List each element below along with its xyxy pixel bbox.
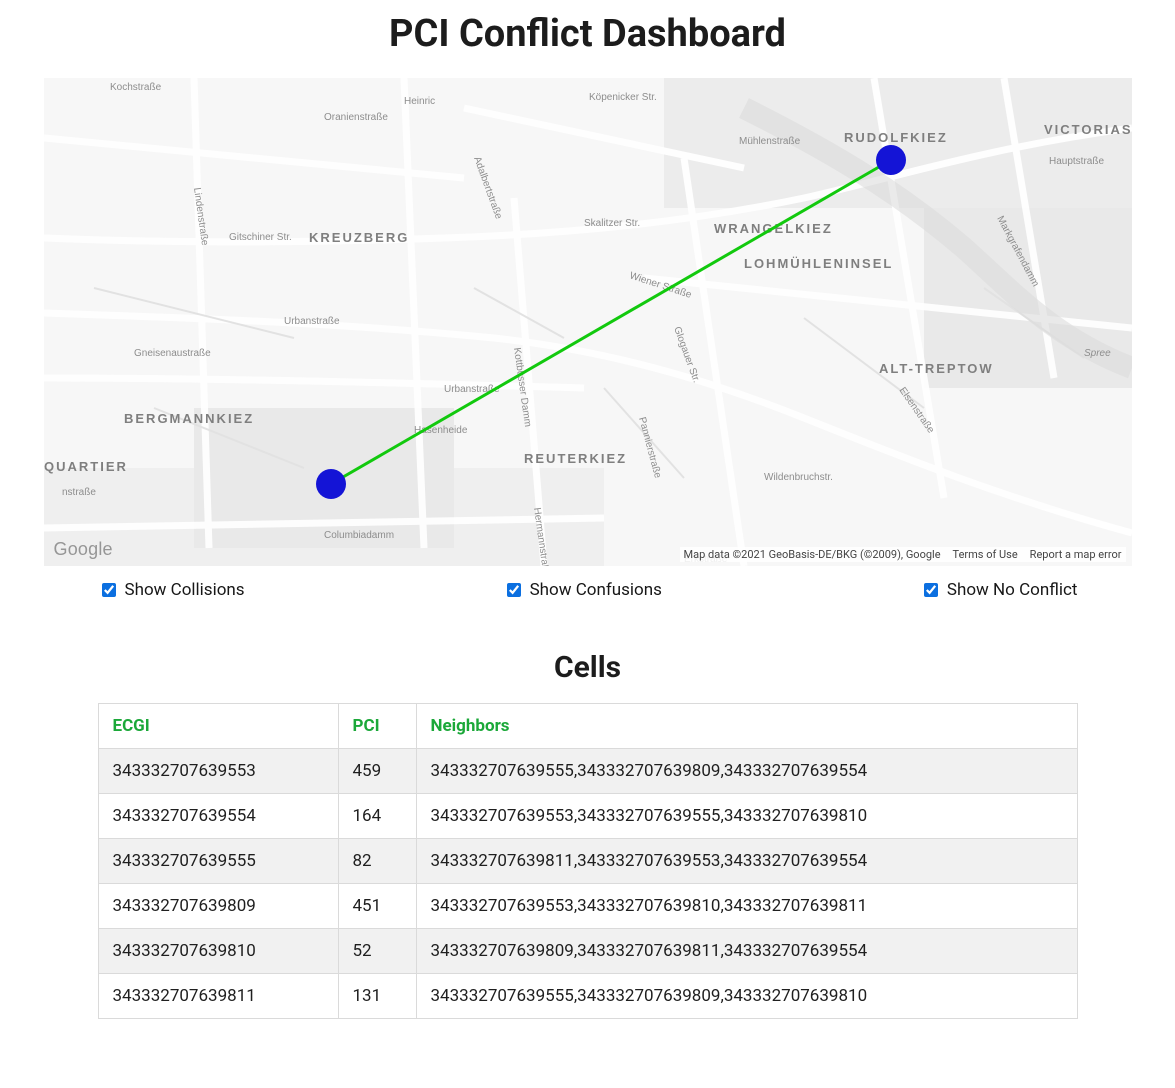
district-quartier: QUARTIER <box>44 459 128 474</box>
street-muhlenstrasse: Mühlenstraße <box>739 136 801 147</box>
map-svg: RUDOLFKIEZ VICTORIASTA WRANGELKIEZ LOHMÜ… <box>44 78 1132 566</box>
street-gitschiner: Gitschiner Str. <box>229 232 292 243</box>
map-report-link[interactable]: Report a map error <box>1030 548 1122 561</box>
page-title: PCI Conflict Dashboard <box>20 12 1155 56</box>
street-kopenicker: Köpenicker Str. <box>589 92 657 103</box>
table-row[interactable]: 34333270763981052343332707639809,3433327… <box>98 929 1077 974</box>
google-logo: Google <box>54 539 113 560</box>
cell-pci: 451 <box>338 884 416 929</box>
cells-section-title: Cells <box>20 650 1155 685</box>
show-noconflict-control[interactable]: Show No Conflict <box>920 580 1078 600</box>
table-row[interactable]: 343332707639554164343332707639553,343332… <box>98 794 1077 839</box>
street-skalitzer: Skalitzer Str. <box>584 218 640 229</box>
map-marker-a[interactable] <box>316 469 346 499</box>
cell-ecgi: 343332707639553 <box>98 749 338 794</box>
district-bergmannkiez: BERGMANNKIEZ <box>124 411 254 426</box>
map-attribution: Map data ©2021 GeoBasis-DE/BKG (©2009), … <box>680 547 1126 562</box>
th-neighbors[interactable]: Neighbors <box>416 704 1077 749</box>
cell-neighbors: 343332707639553,343332707639810,34333270… <box>416 884 1077 929</box>
cell-pci: 52 <box>338 929 416 974</box>
cells-table: ECGI PCI Neighbors 343332707639553459343… <box>98 703 1078 1019</box>
cell-neighbors: 343332707639553,343332707639555,34333270… <box>416 794 1077 839</box>
district-kreuzberg: KREUZBERG <box>309 230 409 245</box>
cell-ecgi: 343332707639555 <box>98 839 338 884</box>
cell-pci: 82 <box>338 839 416 884</box>
cell-ecgi: 343332707639811 <box>98 974 338 1019</box>
district-rudolfkiez: RUDOLFKIEZ <box>844 130 948 145</box>
cell-pci: 131 <box>338 974 416 1019</box>
table-row[interactable]: 343332707639553459343332707639555,343332… <box>98 749 1077 794</box>
map-attribution-text: Map data ©2021 GeoBasis-DE/BKG (©2009), … <box>684 548 941 561</box>
district-alt-treptow: ALT-TREPTOW <box>879 361 994 376</box>
cell-pci: 459 <box>338 749 416 794</box>
filter-controls: Show Collisions Show Confusions Show No … <box>98 580 1078 600</box>
street-wildenbruch: Wildenbruchstr. <box>764 472 833 483</box>
th-ecgi[interactable]: ECGI <box>98 704 338 749</box>
district-lohmuehleninsel: LOHMÜHLENINSEL <box>744 256 893 271</box>
show-collisions-label: Show Collisions <box>125 580 245 600</box>
cell-neighbors: 343332707639555,343332707639809,34333270… <box>416 974 1077 1019</box>
show-confusions-label: Show Confusions <box>530 580 662 600</box>
table-row[interactable]: 343332707639811131343332707639555,343332… <box>98 974 1077 1019</box>
district-victoriastadt: VICTORIASTA <box>1044 122 1132 137</box>
cell-ecgi: 343332707639554 <box>98 794 338 839</box>
street-nstrasse: nstraße <box>62 487 96 498</box>
show-confusions-checkbox[interactable] <box>507 583 521 597</box>
th-pci[interactable]: PCI <box>338 704 416 749</box>
street-heinrichstr: Heinric <box>404 96 435 107</box>
table-row[interactable]: 343332707639809451343332707639553,343332… <box>98 884 1077 929</box>
cell-neighbors: 343332707639809,343332707639811,34333270… <box>416 929 1077 974</box>
cell-ecgi: 343332707639809 <box>98 884 338 929</box>
show-collisions-checkbox[interactable] <box>102 583 116 597</box>
cell-neighbors: 343332707639555,343332707639809,34333270… <box>416 749 1077 794</box>
street-kochstrasse: Kochstraße <box>110 82 162 93</box>
map-marker-b[interactable] <box>876 145 906 175</box>
street-hauptstrasse: Hauptstraße <box>1049 156 1104 167</box>
show-noconflict-label: Show No Conflict <box>947 580 1078 600</box>
street-columbiadamm: Columbiadamm <box>324 530 394 541</box>
district-reuterkiez: REUTERKIEZ <box>524 451 627 466</box>
cell-pci: 164 <box>338 794 416 839</box>
street-urbanstrasse: Urbanstraße <box>284 316 340 327</box>
show-confusions-control[interactable]: Show Confusions <box>503 580 662 600</box>
map-container[interactable]: RUDOLFKIEZ VICTORIASTA WRANGELKIEZ LOHMÜ… <box>44 78 1132 566</box>
cell-neighbors: 343332707639811,343332707639553,34333270… <box>416 839 1077 884</box>
street-spree: Spree <box>1084 348 1111 359</box>
cell-ecgi: 343332707639810 <box>98 929 338 974</box>
show-collisions-control[interactable]: Show Collisions <box>98 580 245 600</box>
street-gneisenau: Gneisenaustraße <box>134 348 211 359</box>
table-row[interactable]: 34333270763955582343332707639811,3433327… <box>98 839 1077 884</box>
street-oranienstrasse: Oranienstraße <box>324 112 388 123</box>
show-noconflict-checkbox[interactable] <box>924 583 938 597</box>
map-terms-link[interactable]: Terms of Use <box>953 548 1018 561</box>
